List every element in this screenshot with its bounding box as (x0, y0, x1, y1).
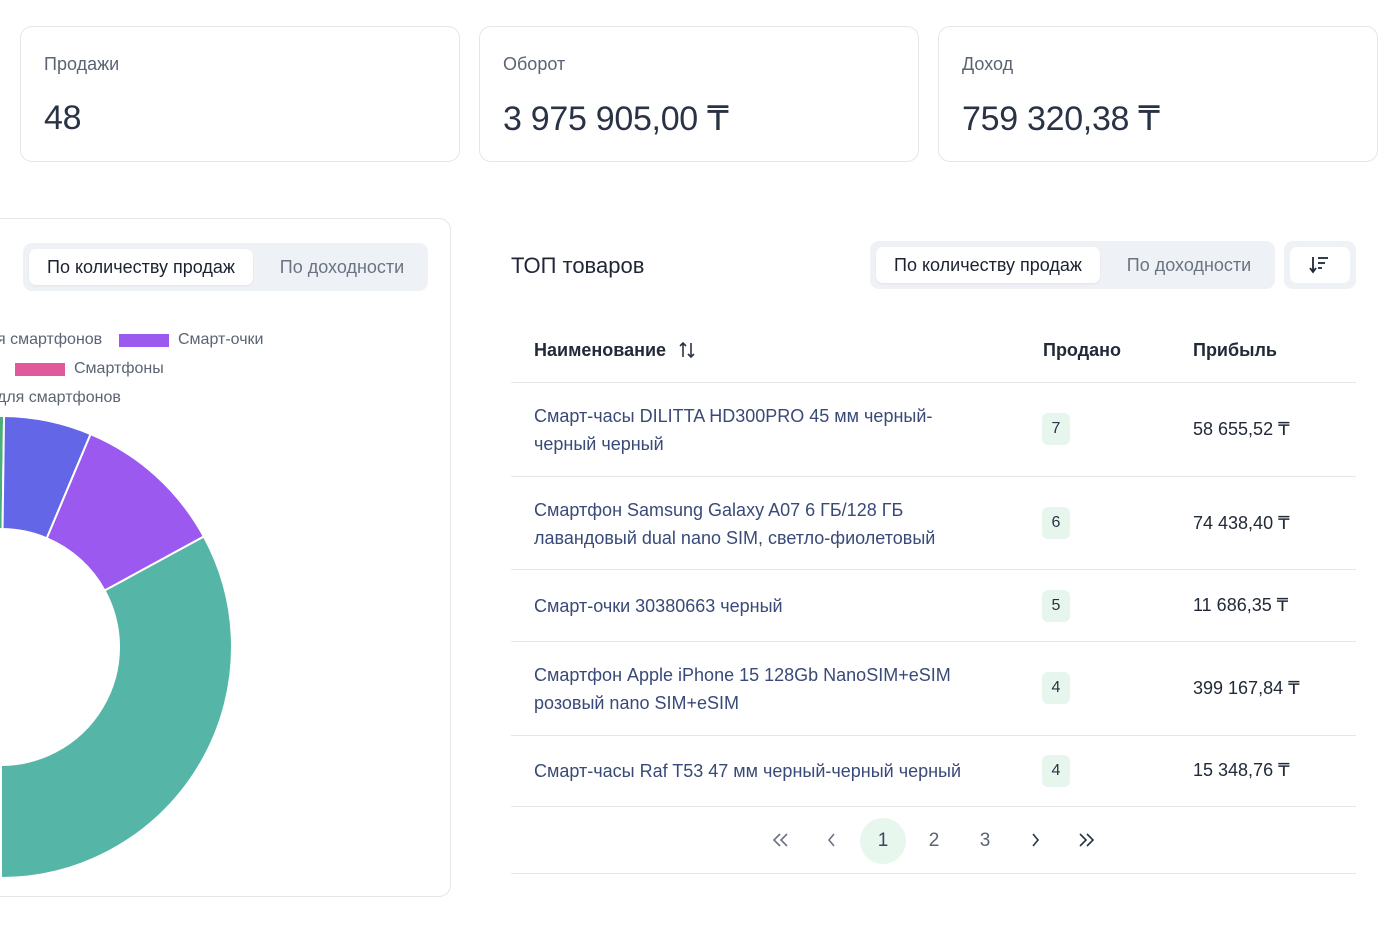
divider (511, 382, 1356, 383)
stat-value: 3 975 905,00 ₸ (503, 100, 729, 138)
stat-card-sales: Продажи 48 (20, 26, 460, 162)
pagination-page-button[interactable]: 2 (911, 818, 957, 864)
column-header-profit: Прибыль (1193, 340, 1277, 360)
double-chevron-left-icon (772, 833, 788, 847)
pagination-first-button[interactable] (758, 818, 804, 864)
stat-card-turnover: Оборот 3 975 905,00 ₸ (479, 26, 919, 162)
pagination-page-button[interactable]: 1 (860, 818, 906, 864)
product-name-link[interactable]: Смарт-очки 30380663 черный (534, 592, 984, 620)
toggle-by-profitability[interactable]: По доходности (1108, 247, 1270, 283)
sort-toggle-icon[interactable] (677, 340, 697, 360)
profit-value: 74 438,40 ₸ (1193, 513, 1290, 533)
divider (511, 806, 1356, 807)
pagination-last-button[interactable] (1063, 818, 1109, 864)
top-products-title: ТОП товаров (511, 253, 645, 278)
divider (511, 569, 1356, 570)
pagination-prev-button[interactable] (809, 818, 855, 864)
stat-label: Оборот (503, 54, 566, 74)
top-mode-toggle: По количеству продаж По доходности (870, 241, 1275, 289)
profit-value: 58 655,52 ₸ (1193, 419, 1290, 439)
sold-count-badge: 5 (1042, 590, 1070, 622)
divider (511, 641, 1356, 642)
sold-count-badge: 7 (1042, 413, 1070, 445)
double-chevron-right-icon (1079, 833, 1095, 847)
sold-count-badge: 4 (1042, 755, 1070, 787)
divider (511, 873, 1356, 874)
sort-button[interactable] (1284, 241, 1356, 289)
category-chart-panel: По количеству продаж По доходности я сма… (0, 218, 451, 897)
sold-count-badge: 4 (1042, 672, 1070, 704)
sort-descending-icon (1309, 257, 1328, 274)
column-header-label: Наименование (534, 340, 667, 360)
pagination-page-button[interactable]: 3 (962, 818, 1008, 864)
stat-card-income: Доход 759 320,38 ₸ (938, 26, 1378, 162)
divider (511, 735, 1356, 736)
donut-chart (0, 415, 233, 880)
stat-value: 48 (44, 99, 82, 137)
chevron-left-icon (827, 833, 835, 847)
pagination-next-button[interactable] (1012, 818, 1058, 864)
sold-count-badge: 6 (1042, 507, 1070, 539)
donut-slice[interactable] (0, 535, 233, 880)
product-name-link[interactable]: Смартфон Samsung Galaxy A07 6 ГБ/128 ГБ … (534, 496, 964, 552)
profit-value: 15 348,76 ₸ (1193, 760, 1290, 780)
product-name-link[interactable]: Смартфон Apple iPhone 15 128Gb NanoSIM+e… (534, 661, 974, 717)
profit-value: 11 686,35 ₸ (1193, 595, 1289, 615)
column-header-sold: Продано (1043, 340, 1121, 360)
product-name-link[interactable]: Смарт-часы DILITTA HD300PRO 45 мм черный… (534, 402, 984, 458)
profit-value: 399 167,84 ₸ (1193, 678, 1300, 698)
product-name-link[interactable]: Смарт-часы Raf T53 47 мм черный-черный ч… (534, 757, 1004, 785)
stat-value: 759 320,38 ₸ (962, 100, 1160, 138)
column-header-name[interactable]: Наименование (534, 340, 697, 361)
divider (511, 476, 1356, 477)
toggle-by-sales-count[interactable]: По количеству продаж (876, 247, 1100, 283)
stat-label: Доход (962, 54, 1014, 74)
stat-label: Продажи (44, 54, 120, 74)
chevron-right-icon (1032, 833, 1040, 847)
